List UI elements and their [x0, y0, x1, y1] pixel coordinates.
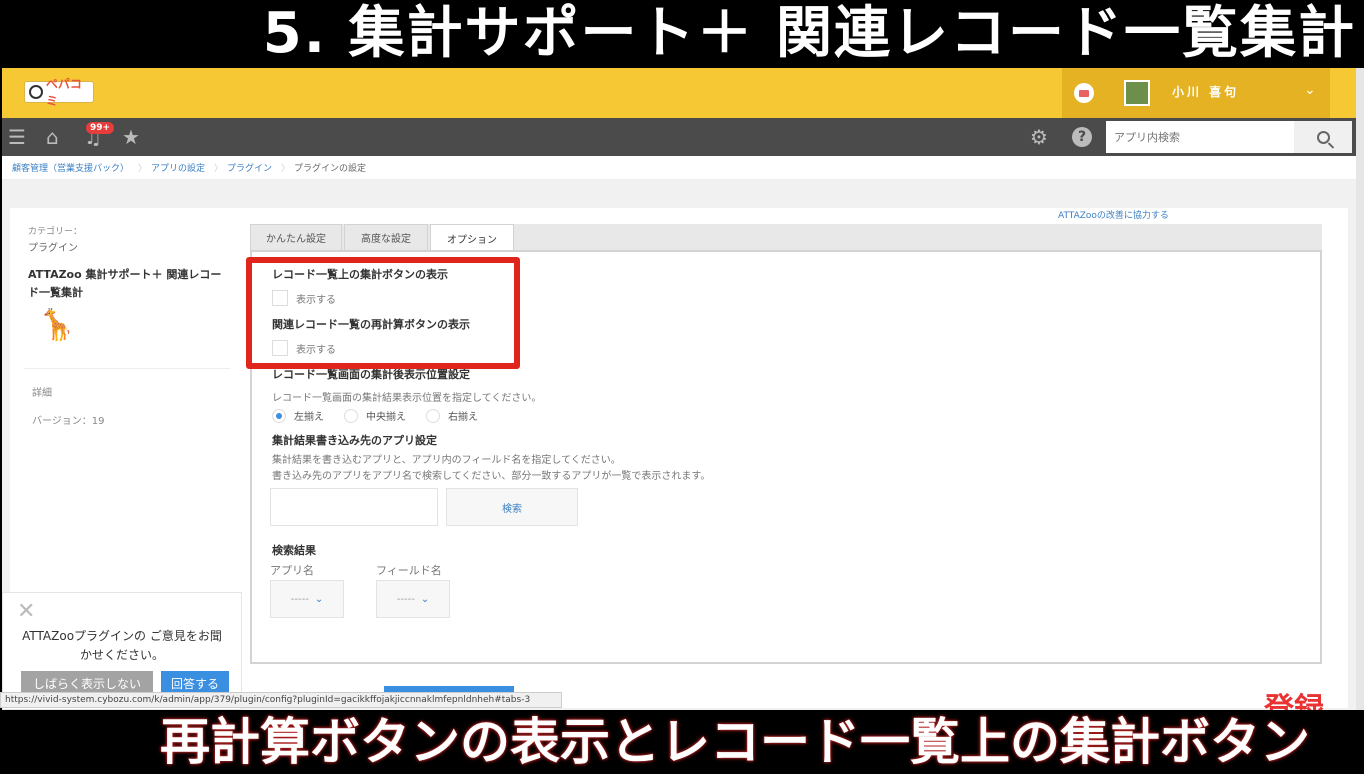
top-caption-banner: 5. 集計サポート＋ 関連レコード一覧集計: [0, 0, 1364, 68]
global-toolbar: ☰ ⌂ ♫ 99+ ★ ⚙ ?: [2, 118, 1356, 156]
giraffe-icon: 🦒: [38, 308, 76, 343]
feedback-message: ATTAZooプラグインの ご意見をお聞かせください。: [22, 629, 222, 662]
app-search-input[interactable]: [1106, 121, 1294, 153]
tab-options[interactable]: オプション: [430, 224, 514, 251]
align-center-radio[interactable]: [344, 408, 358, 423]
align-center-label: 中央揃え: [366, 412, 406, 423]
breadcrumb-item-plugin-settings: プラグインの設定: [294, 164, 367, 174]
field-name-label: フィールド名: [376, 564, 442, 577]
mail-icon[interactable]: [1074, 83, 1094, 103]
recalc-checkbox[interactable]: [272, 340, 288, 356]
align-left-radio[interactable]: [272, 408, 286, 423]
bottom-caption-banner: 再計算ボタンの表示とレコード一覧上の集計ボタン: [0, 710, 1364, 774]
breadcrumb-item-plugin[interactable]: プラグイン: [227, 161, 290, 174]
align-left-option[interactable]: 左揃え: [272, 408, 324, 423]
help-icon[interactable]: ?: [1072, 127, 1092, 147]
recalc-checkbox-label: 表示する: [296, 344, 336, 356]
options-tab-body: レコード一覧上の集計ボタンの表示 表示する 関連レコード一覧の再計算ボタンの表示…: [250, 250, 1322, 664]
home-icon[interactable]: ⌂: [46, 126, 59, 148]
align-right-radio[interactable]: [426, 408, 440, 423]
list-aggregate-button-title: レコード一覧上の集計ボタンの表示: [272, 268, 448, 281]
breadcrumb: 顧客管理（営業支援パック） アプリの設定 プラグイン プラグインの設定: [2, 156, 1356, 180]
status-bar-url: https://vivid-system.cybozu.com/k/admin/…: [0, 692, 562, 708]
logo-text: ペパコミ: [45, 77, 82, 108]
menu-icon[interactable]: ☰: [8, 126, 26, 148]
company-logo[interactable]: ペパコミ: [24, 77, 94, 108]
list-aggregate-button-toggle[interactable]: 表示する: [272, 290, 336, 306]
write-target-desc-1: 集計結果を書き込むアプリと、アプリ内のフィールド名を指定してください。: [272, 455, 621, 466]
chevron-down-icon: ⌄: [420, 593, 430, 605]
avatar[interactable]: [1124, 80, 1150, 106]
align-right-label: 右揃え: [448, 412, 478, 423]
category-label: カテゴリー：: [28, 227, 83, 237]
field-name-select-value: -----: [396, 593, 415, 605]
category-value: プラグイン: [28, 243, 78, 254]
page-scrollbar[interactable]: [1356, 68, 1364, 710]
bottom-caption-text: 再計算ボタンの表示とレコード一覧上の集計ボタン: [160, 713, 1310, 771]
align-right-option[interactable]: 右揃え: [426, 408, 478, 423]
chevron-down-icon: ⌄: [314, 593, 324, 605]
align-left-label: 左揃え: [294, 412, 324, 423]
alignment-radio-group: 左揃え 中央揃え 右揃え: [272, 408, 498, 423]
recalc-button-toggle[interactable]: 表示する: [272, 340, 336, 356]
star-icon[interactable]: ★: [122, 126, 140, 148]
detail-link[interactable]: 詳細: [32, 384, 52, 399]
align-center-option[interactable]: 中央揃え: [344, 408, 406, 423]
app-name-search-input[interactable]: [270, 488, 438, 526]
app-name-label: アプリ名: [270, 564, 314, 577]
app-header: ペパコミ 小川 喜句 ⌄: [2, 68, 1356, 118]
recalc-button-title: 関連レコード一覧の再計算ボタンの表示: [272, 318, 470, 331]
breadcrumb-item-app[interactable]: 顧客管理（営業支援パック）: [12, 161, 147, 174]
chevron-down-icon[interactable]: ⌄: [1304, 82, 1316, 98]
user-menu[interactable]: 小川 喜句 ⌄: [1062, 68, 1330, 118]
breadcrumb-item-app-settings[interactable]: アプリの設定: [151, 161, 223, 174]
close-icon[interactable]: ✕: [17, 601, 35, 623]
settings-tabs: かんたん設定 高度な設定 オプション: [250, 224, 1322, 251]
app-search-button[interactable]: 検索: [446, 488, 578, 526]
write-target-title: 集計結果書き込み先のアプリ設定: [272, 434, 437, 447]
list-aggregate-checkbox[interactable]: [272, 290, 288, 306]
user-name: 小川 喜句: [1172, 85, 1240, 99]
list-aggregate-checkbox-label: 表示する: [296, 294, 336, 306]
search-icon: [1316, 130, 1330, 144]
display-position-desc: レコード一覧画面の集計結果表示位置を指定してください。: [272, 393, 542, 404]
app-name-select[interactable]: ----- ⌄: [270, 580, 344, 618]
gear-icon[interactable]: ⚙: [1030, 126, 1048, 148]
plugin-version: バージョン：19: [32, 416, 105, 427]
top-caption-text: 5. 集計サポート＋ 関連レコード一覧集計: [262, 1, 1356, 66]
contribute-link[interactable]: ATTAZooの改善に協力する: [1058, 208, 1169, 221]
search-results-title: 検索結果: [272, 544, 316, 557]
write-target-desc-2: 書き込み先のアプリをアプリ名で検索してください、部分一致するアプリが一覧で表示さ…: [272, 471, 711, 482]
display-position-title: レコード一覧画面の集計後表示位置設定: [272, 368, 470, 381]
search-button[interactable]: [1294, 121, 1352, 153]
tab-simple-settings[interactable]: かんたん設定: [250, 224, 342, 250]
app-name-select-value: -----: [290, 593, 309, 605]
field-name-select[interactable]: ----- ⌄: [376, 580, 450, 618]
notification-badge: 99+: [86, 122, 115, 134]
video-frame: 5. 集計サポート＋ 関連レコード一覧集計 ペパコミ 小川 喜句 ⌄ ☰ ⌂ ♫…: [0, 0, 1364, 774]
logo-face-icon: [29, 85, 43, 99]
divider: [24, 368, 230, 369]
tab-advanced-settings[interactable]: 高度な設定: [344, 224, 428, 250]
plugin-name: ATTAZoo 集計サポート＋ 関連レコード一覧集計: [28, 268, 222, 299]
